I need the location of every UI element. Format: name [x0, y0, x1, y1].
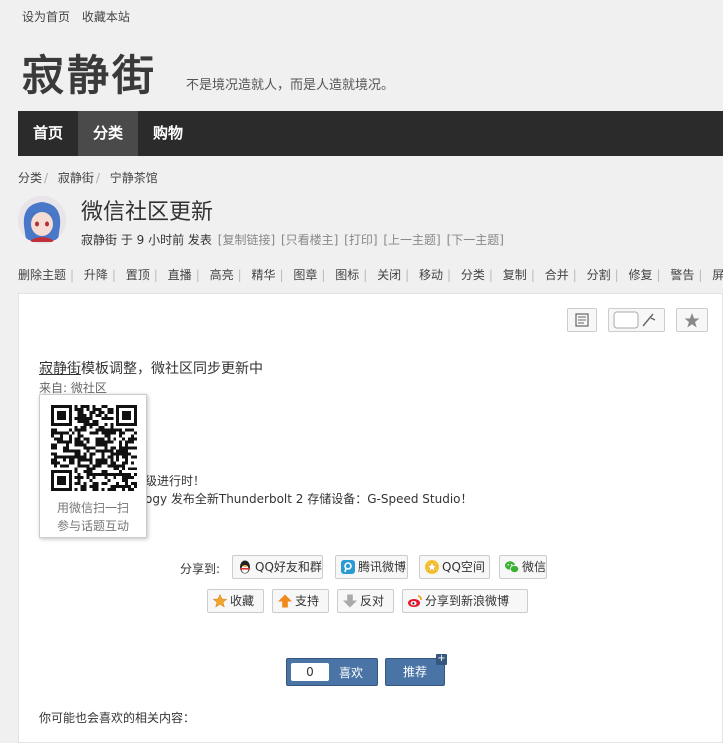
mod-action[interactable]: 图章 [293, 268, 317, 282]
recommend-button[interactable]: 推荐 + [385, 654, 447, 686]
share-button-label: QQ好友和群 [255, 560, 322, 574]
breadcrumb-item[interactable]: 宁静茶馆 [110, 171, 158, 185]
author-avatar[interactable] [18, 196, 66, 244]
post-card: 寂静街模板调整，微社区同步更新中 来自: 微社区 级进行时！ ogy 发布全新T… [18, 293, 723, 743]
qr-code [51, 405, 137, 491]
arrow-down-icon [343, 594, 357, 608]
post-title: 微信社区更新 [81, 200, 214, 225]
mod-action[interactable]: 合并 [545, 268, 569, 282]
collect-button[interactable]: 收藏 [207, 589, 264, 613]
breadcrumb-item[interactable]: 分类 [18, 171, 42, 185]
wechat-icon [505, 561, 520, 573]
mod-action[interactable]: 置顶 [126, 268, 150, 282]
like-label: 喜欢 [339, 666, 364, 680]
related-content-label: 你可能也会喜欢的相关内容： [39, 711, 196, 725]
action-button-label: 分享到新浪微博 [425, 594, 510, 608]
like-button[interactable]: 0 喜欢 [286, 658, 378, 686]
content-line: 级进行时！ [145, 474, 206, 488]
prev-topic-link[interactable]: [上一主题] [383, 233, 440, 247]
print-link[interactable]: [打印] [344, 233, 377, 247]
qr-caption-line: 参与话题互动 [56, 519, 129, 533]
mod-action[interactable]: 分割 [587, 268, 611, 282]
nav-item-home[interactable]: 首页 [18, 111, 78, 156]
breadcrumb-item[interactable]: 寂静街 [58, 171, 94, 185]
mod-action[interactable]: 警告 [670, 268, 694, 282]
tencent-weibo-icon [341, 560, 355, 574]
mod-action[interactable]: 升降 [84, 268, 108, 282]
favorite-star-button[interactable] [676, 308, 708, 332]
font-size-toggle[interactable] [608, 308, 665, 332]
top-links: 设为首页 收藏本站 [22, 8, 138, 25]
mod-action[interactable]: 精华 [251, 268, 275, 282]
content-head-link[interactable]: 寂静街 [39, 361, 81, 377]
site-slogan: 不是境况造就人，而是人造就境况。 [186, 78, 395, 93]
like-count: 0 [291, 663, 329, 681]
share-button-label: QQ空间 [442, 560, 485, 574]
toggle-icon [613, 311, 656, 329]
moderator-actions: 删除主题 | 升降 | 置顶 | 直播 | 高亮 | 精华 | 图章 | 图标 | 关闭 | 移动… [18, 266, 723, 283]
mod-action[interactable]: 删除主题 [18, 268, 66, 282]
mod-action[interactable]: 复制 [503, 268, 527, 282]
share-qq-friends-button[interactable]: QQ好友和群 [232, 555, 323, 579]
qzone-star-icon [425, 560, 439, 574]
view-mode-button[interactable] [567, 308, 597, 332]
star-icon [212, 593, 228, 608]
nav-item-category[interactable]: 分类 [78, 111, 139, 156]
post-time: 于 9 小时前 发表 [120, 233, 212, 247]
plus-icon: + [436, 653, 447, 665]
bookmark-site-link[interactable]: 收藏本站 [82, 10, 130, 24]
post-content-heading: 寂静街模板调整，微社区同步更新中 [39, 358, 263, 378]
next-topic-link[interactable]: [下一主题] [447, 233, 504, 247]
post-author[interactable]: 寂静街 [81, 233, 117, 247]
action-button-label: 反对 [360, 594, 385, 608]
share-qzone-button[interactable]: QQ空间 [419, 555, 490, 579]
post-meta: 寂静街 于 9 小时前 发表 [复制链接] [只看楼主] [打印] [上一主题]… [81, 231, 504, 248]
share-tencent-weibo-button[interactable]: 腾讯微博 [335, 555, 408, 579]
action-button-label: 支持 [295, 594, 320, 608]
qq-penguin-icon [240, 560, 250, 574]
recommend-label: 推荐 [402, 665, 427, 679]
content-line: ogy 发布全新Thunderbolt 2 存储设备：G-Speed Studi… [145, 492, 473, 506]
share-sina-weibo-button[interactable]: 分享到新浪微博 [402, 589, 528, 613]
only-op-link[interactable]: [只看楼主] [281, 233, 338, 247]
mod-action[interactable]: 屏蔽 [712, 268, 723, 282]
arrow-up-icon [278, 594, 292, 608]
mod-action[interactable]: 高亮 [210, 268, 234, 282]
breadcrumb: 分类 / 寂静街 / 宁静茶馆 [18, 171, 158, 185]
share-label: 分享到: [180, 562, 221, 576]
share-button-label: 腾讯微博 [358, 560, 407, 574]
main-nav: 首页 分类 购物 [18, 111, 723, 156]
content-head-text: 模板调整，微社区同步更新中 [81, 361, 263, 377]
oppose-button[interactable]: 反对 [337, 589, 394, 613]
mod-action[interactable]: 分类 [461, 268, 485, 282]
mod-action[interactable]: 修复 [628, 268, 652, 282]
mod-action[interactable]: 图标 [335, 268, 359, 282]
mod-action[interactable]: 直播 [168, 268, 192, 282]
document-icon [575, 313, 589, 327]
mod-action[interactable]: 关闭 [377, 268, 401, 282]
star-icon [684, 313, 700, 328]
mod-action[interactable]: 移动 [419, 268, 443, 282]
share-wechat-button[interactable]: 微信 [499, 555, 547, 579]
nav-item-shopping[interactable]: 购物 [138, 111, 198, 156]
wechat-qr-popup: 用微信扫一扫 参与话题互动 [39, 394, 147, 538]
qr-caption-line: 用微信扫一扫 [56, 501, 129, 515]
support-button[interactable]: 支持 [272, 589, 329, 613]
action-button-label: 收藏 [230, 594, 255, 608]
set-homepage-link[interactable]: 设为首页 [22, 10, 70, 24]
sina-weibo-icon [408, 595, 422, 607]
copy-link-link[interactable]: [复制链接] [218, 233, 275, 247]
share-button-label: 微信 [522, 560, 547, 574]
site-logo[interactable]: 寂静街 [22, 42, 157, 103]
